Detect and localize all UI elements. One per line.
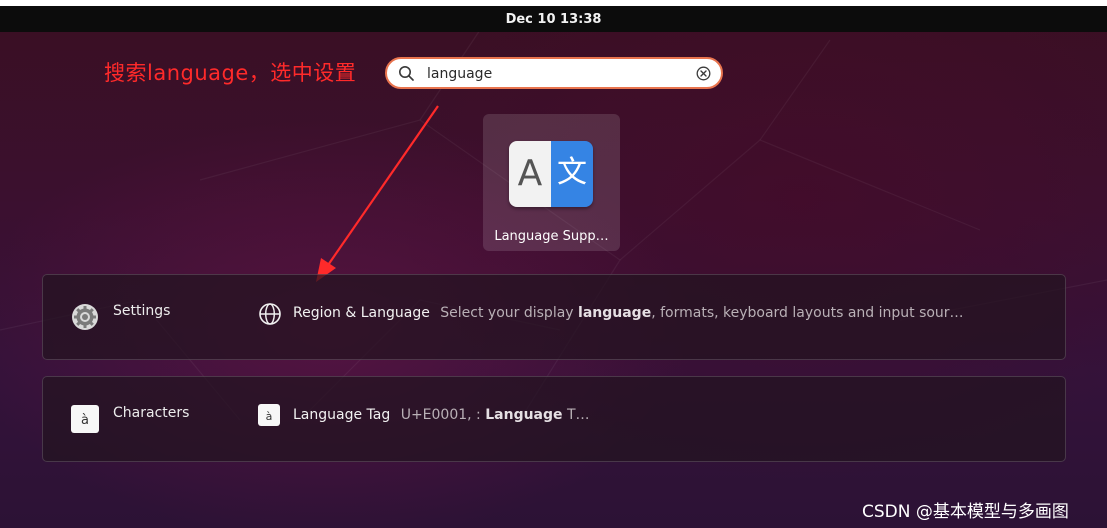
app-icon-right-glyph: 文 [551, 141, 593, 207]
app-result-language-support[interactable]: A 文 Language Supp… [483, 114, 620, 251]
search-result-settings[interactable]: Settings Region & Language Select your d… [42, 274, 1066, 360]
search-box[interactable] [385, 57, 723, 89]
clear-search-icon[interactable] [696, 66, 711, 81]
result-text-region-language: Region & Language Select your display la… [293, 305, 964, 321]
provider-name-settings: Settings [113, 303, 171, 319]
result-description: U+E0001, : Language T… [400, 407, 590, 423]
search-result-characters[interactable]: à Characters à Language Tag U+E0001, : L… [42, 376, 1066, 462]
result-title: Language Tag [293, 407, 391, 423]
character-tile-icon: à [258, 404, 280, 426]
language-support-icon: A 文 [509, 141, 593, 207]
search-icon [399, 66, 414, 81]
app-icon-left-glyph: A [509, 141, 551, 207]
provider-name-characters: Characters [113, 405, 190, 421]
settings-gear-icon [72, 304, 98, 330]
result-text-language-tag: Language Tag U+E0001, : Language T… [293, 407, 590, 423]
search-input[interactable] [427, 65, 687, 83]
instruction-annotation: 搜索language，选中设置 [104, 61, 357, 85]
characters-app-icon: à [71, 405, 99, 433]
clock[interactable]: Dec 10 13:38 [506, 12, 602, 27]
result-description: Select your display language, formats, k… [440, 305, 964, 321]
watermark: CSDN @基本模型与多画图 [862, 502, 1069, 522]
top-bar: Dec 10 13:38 [0, 6, 1107, 32]
globe-icon [259, 303, 281, 325]
app-label: Language Supp… [494, 229, 609, 244]
result-title: Region & Language [293, 305, 430, 321]
